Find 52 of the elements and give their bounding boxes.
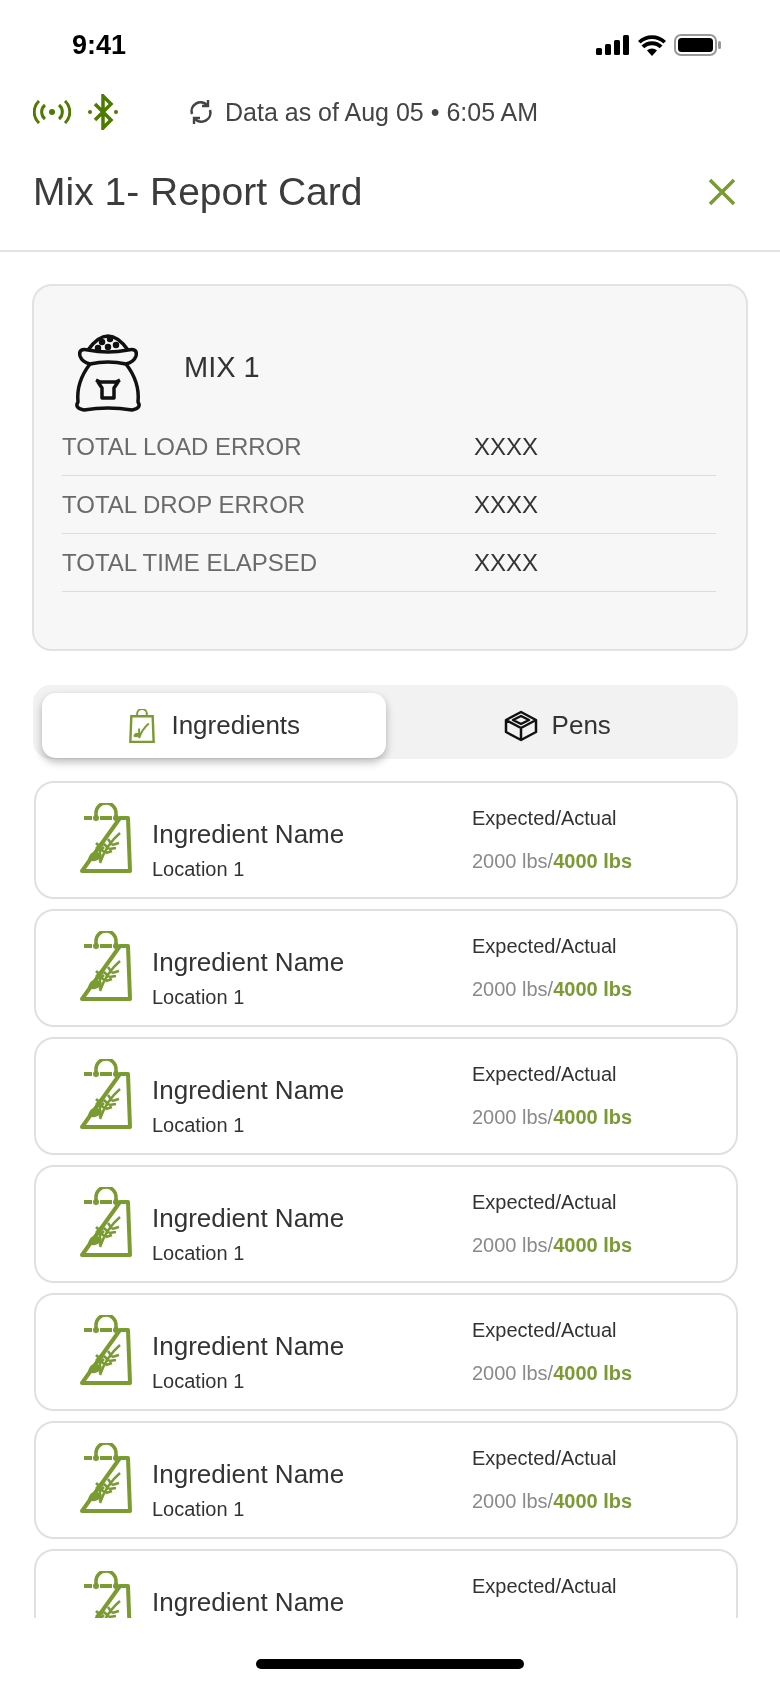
metric-value: XXXX xyxy=(474,548,539,577)
weight-heading: Expected/Actual xyxy=(472,935,618,958)
expected-weight: 2000 lbs/ xyxy=(472,850,554,873)
actual-weight: 4000 lbs xyxy=(553,978,633,1001)
expected-weight: 2000 lbs/ xyxy=(472,1362,554,1385)
bluetooth-icon xyxy=(87,94,119,130)
ingredient-location: Location 1 xyxy=(152,858,246,881)
ingredient-location: Location 1 xyxy=(152,986,246,1009)
ingredient-name: Ingredient Name xyxy=(152,1075,346,1106)
actual-weight: 4000 lbs xyxy=(553,1234,633,1257)
metric-value: XXXX xyxy=(474,432,539,461)
weight-heading: Expected/Actual xyxy=(472,1191,618,1214)
sync-status: Data as of Aug 05 • 6:05 AM xyxy=(225,97,539,127)
expected-weight: 2000 lbs/ xyxy=(472,1106,554,1129)
weight-heading: Expected/Actual xyxy=(472,1319,618,1342)
battery-icon xyxy=(674,34,722,56)
ingredient-name: Ingredient Name xyxy=(152,1459,346,1490)
weight-heading: Expected/Actual xyxy=(472,1447,618,1470)
metric-label: TOTAL TIME ELAPSED xyxy=(62,548,319,577)
tab[interactable]: Ingredients xyxy=(42,693,386,758)
page-title: Mix 1- Report Card xyxy=(33,170,363,214)
pen-enclosure-icon xyxy=(503,709,538,742)
mix-name: MIX 1 xyxy=(184,350,260,384)
ingredient-name: Ingredient Name xyxy=(152,1203,346,1234)
ingredient-name: Ingredient Name xyxy=(152,819,346,850)
ingredient-name: Ingredient Name xyxy=(152,947,346,978)
actual-weight: 4000 lbs xyxy=(553,1490,633,1513)
weight-heading: Expected/Actual xyxy=(472,1575,617,1598)
wifi-icon xyxy=(638,34,666,56)
metric-label: TOTAL DROP ERROR xyxy=(62,490,307,519)
metric-value: XXXX xyxy=(474,490,539,519)
status-time: 9:41 xyxy=(72,29,127,61)
ingredient-name: Ingredient Name xyxy=(152,1331,346,1362)
expected-weight: 2000 lbs/ xyxy=(472,1490,554,1513)
expected-weight: 2000 lbs/ xyxy=(472,978,554,1001)
ingredient-location: Location 1 xyxy=(152,1370,246,1393)
weight-heading: Expected/Actual xyxy=(472,1063,618,1086)
actual-weight: 4000 lbs xyxy=(553,1362,633,1385)
actual-weight: 4000 lbs xyxy=(553,1106,633,1129)
expected-weight: 2000 lbs/ xyxy=(472,1234,554,1257)
signal-icon xyxy=(596,35,630,55)
refresh-icon xyxy=(187,98,215,126)
metric-label: TOTAL LOAD ERROR xyxy=(62,432,303,461)
close-icon xyxy=(708,178,736,206)
ingredient-name: Ingredient Name xyxy=(152,1587,346,1618)
weight-heading: Expected/Actual xyxy=(472,807,618,830)
tab[interactable]: Pens xyxy=(385,693,729,758)
ingredient-location: Location 1 xyxy=(152,1114,246,1137)
broadcast-icon xyxy=(33,100,71,124)
ingredient-location: Location 1 xyxy=(152,1498,246,1521)
actual-weight: 4000 lbs xyxy=(553,850,633,873)
ingredient-location: Location 1 xyxy=(152,1242,246,1265)
